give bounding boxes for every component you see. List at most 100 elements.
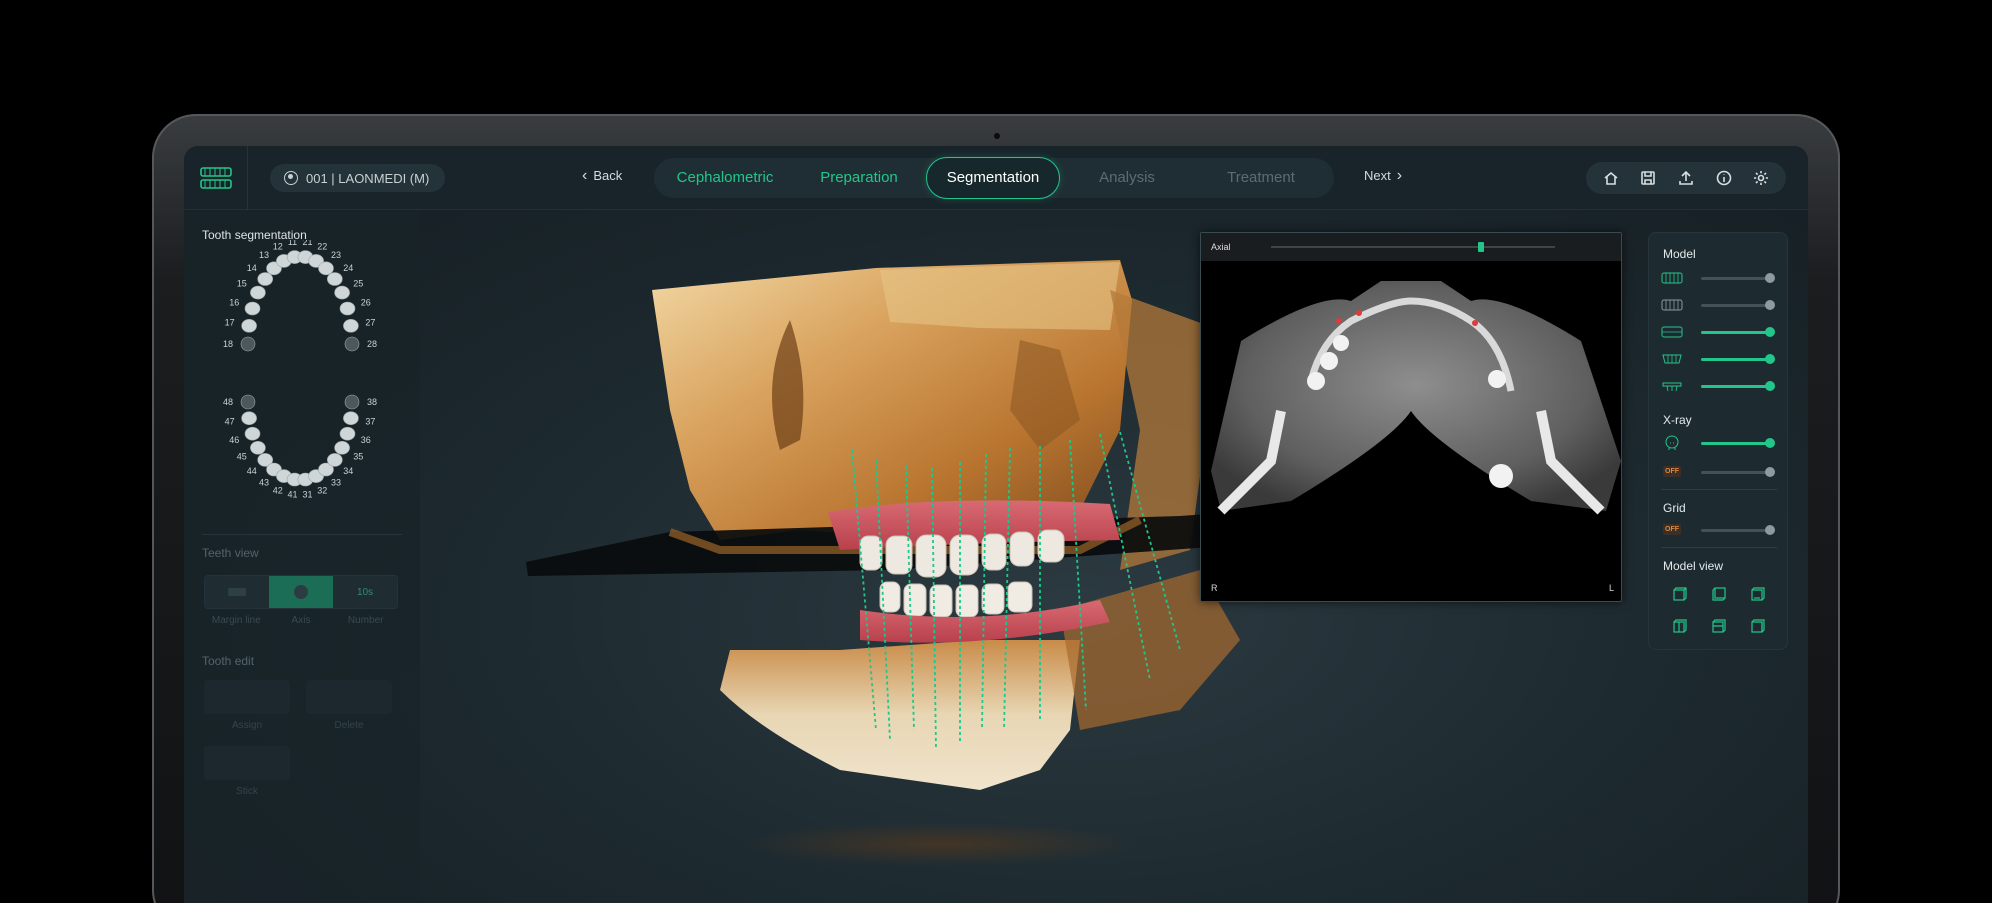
delete-label: Delete [334,720,364,731]
step-treatment[interactable]: Treatment [1194,158,1328,198]
back-button[interactable]: ‹ Back [582,167,622,183]
tooth-15[interactable] [250,285,266,300]
stick-button[interactable] [204,746,290,780]
view-bottom-button[interactable] [1738,617,1777,635]
axial-slider-track[interactable] [1271,246,1555,248]
tooth-38[interactable] [344,394,360,410]
tooth-23[interactable] [318,261,334,276]
axial-corner-right-side: R [1211,583,1218,593]
tooth-36[interactable] [339,426,356,441]
tooth-27[interactable] [343,319,359,333]
axial-corner-left-side: L [1609,583,1615,593]
app-logo[interactable] [184,146,248,210]
xray-row-skull [1661,434,1777,452]
model-row-upper-jaw [1661,269,1777,287]
number-button[interactable]: 10s [333,576,397,608]
tooth-number-23: 23 [331,250,341,260]
tooth-37[interactable] [343,411,359,425]
axial-ct-image[interactable] [1201,261,1621,601]
right-panel: Model X-ray OFF Grid OFF Model view [1648,232,1788,650]
step-segmentation[interactable]: Segmentation [926,157,1060,199]
settings-button[interactable] [1750,167,1772,189]
patient-selector[interactable]: 001 | LAONMEDI (M) [270,164,446,192]
model-slider-5-knob[interactable] [1765,381,1775,391]
upload-button[interactable] [1675,167,1697,189]
model-slider-1-knob[interactable] [1765,273,1775,283]
home-button[interactable] [1600,167,1622,189]
grid-slider-track[interactable] [1701,529,1771,532]
tooth-26[interactable] [339,301,356,316]
chevron-right-icon: › [1396,166,1403,184]
dental-arch-logo-icon [199,167,232,189]
tooth-34[interactable] [327,453,343,467]
tooth-number-36: 36 [361,435,371,445]
tooth-24[interactable] [327,272,343,286]
tooth-28[interactable] [344,336,360,352]
margin-line-button[interactable] [205,576,269,608]
step-analysis[interactable]: Analysis [1060,158,1194,198]
tooth-35[interactable] [334,441,350,455]
next-button[interactable]: Next › [1364,166,1403,184]
view-right-button[interactable] [1661,617,1700,635]
axial-slider-thumb[interactable] [1478,242,1485,252]
xray-slider-2-knob[interactable] [1765,467,1775,477]
view-left-button[interactable] [1738,585,1777,603]
tooth-47[interactable] [241,411,257,425]
tooth-number-15: 15 [237,279,247,289]
model-slider-3-track[interactable] [1701,331,1771,334]
tooth-14[interactable] [257,272,273,286]
model-slider-4-track[interactable] [1701,358,1771,361]
step-cephalometric[interactable]: Cephalometric [658,158,792,198]
info-button[interactable] [1713,167,1735,189]
view-back-button[interactable] [1700,585,1739,603]
tooth-number-33: 33 [331,478,341,488]
model-slider-3-knob[interactable] [1765,327,1775,337]
tooth-number-43: 43 [259,478,269,488]
delete-button[interactable] [306,680,392,714]
axis-button[interactable] [269,576,333,608]
view-front-button[interactable] [1661,585,1700,603]
view-top-button[interactable] [1700,617,1739,635]
tooth-number-11: 11 [288,240,297,247]
model-slider-2-track[interactable] [1701,304,1771,307]
tooth-number-41: 41 [287,490,297,500]
xray-slider-1-knob[interactable] [1765,438,1775,448]
model-slider-5-track[interactable] [1701,385,1771,388]
tooth-25[interactable] [334,285,350,300]
skull-icon [1665,435,1679,450]
assign-button[interactable] [204,680,290,714]
model-title: Model [1663,247,1696,261]
tooth-number-12: 12 [273,241,283,251]
tooth-18[interactable] [240,336,256,352]
grid-off-toggle[interactable]: OFF [1663,524,1681,535]
next-label: Next [1364,168,1391,183]
tooth-number-13: 13 [259,250,269,260]
model-slider-2-knob[interactable] [1765,300,1775,310]
axial-label: Axial [1211,242,1231,252]
tooth-48[interactable] [240,394,256,410]
tooth-16[interactable] [244,301,261,316]
tooth-17[interactable] [241,319,257,333]
assign-label: Assign [231,720,262,731]
settings-icon [1754,171,1769,185]
model-slider-4-knob[interactable] [1765,354,1775,364]
tooth-46[interactable] [244,426,261,441]
tooth-number-31: 31 [302,490,312,500]
model-slider-1-track[interactable] [1701,277,1771,280]
xray-slider-1-track[interactable] [1701,442,1771,445]
grid-slider-knob[interactable] [1765,525,1775,535]
tooth-number-27: 27 [365,318,375,328]
tooth-number-17: 17 [225,318,235,328]
xray-slider-2-track[interactable] [1701,471,1771,474]
tooth-number-26: 26 [361,297,371,307]
step-preparation[interactable]: Preparation [792,158,926,198]
model-row-roots [1661,377,1777,395]
xray-off-toggle[interactable]: OFF [1663,466,1681,477]
tooth-roots-icon [1662,382,1682,392]
tooth-number-35: 35 [353,452,363,462]
save-button[interactable] [1637,167,1659,189]
stick-label: Stick [236,786,258,797]
lower-teeth-icon [1662,354,1682,364]
tooth-45[interactable] [250,441,266,455]
grid-row: OFF [1661,521,1777,539]
